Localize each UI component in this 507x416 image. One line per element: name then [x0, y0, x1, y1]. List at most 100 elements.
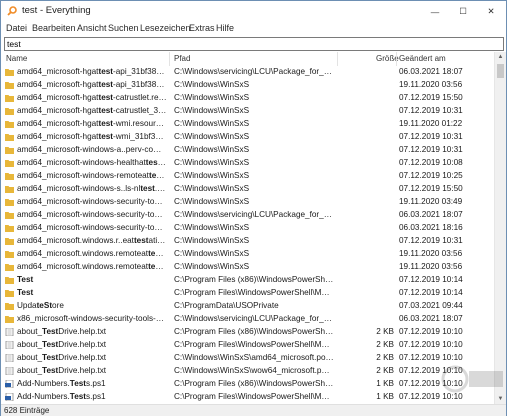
- result-name: amd64_microsoft-hgattest-wmi_31bf3856...: [17, 132, 167, 141]
- menu-bar: Datei Bearbeiten Ansicht Suchen Lesezeic…: [1, 22, 506, 37]
- result-row[interactable]: amd64_microsoft.windows.remoteattestati.…: [1, 261, 494, 274]
- result-name: amd64_microsoft-hgattest-catrustlet_31bf…: [17, 106, 167, 115]
- column-divider[interactable]: [337, 52, 338, 66]
- magnifier-app-icon: [7, 6, 17, 16]
- result-name: amd64_microsoft-hgattest-wmi.resources..…: [17, 119, 167, 128]
- folder-icon: [5, 263, 14, 271]
- folder-icon: [5, 276, 14, 284]
- column-path-header[interactable]: Pfad: [174, 54, 190, 63]
- watermark-logo: [441, 365, 503, 393]
- scroll-up-icon[interactable]: ▲: [495, 52, 506, 62]
- result-row[interactable]: Test C:\Program Files\WindowsPowerShell\M…: [1, 287, 494, 300]
- result-date: 07.03.2021 09:44: [399, 301, 463, 310]
- column-date-header[interactable]: Geändert am: [399, 54, 446, 63]
- result-row[interactable]: Add-Numbers.Tests.ps1 C:\Program Files (x…: [1, 378, 494, 391]
- result-row[interactable]: amd64_microsoft-hgattest-wmi.resources..…: [1, 118, 494, 131]
- menu-bearbeiten[interactable]: Bearbeiten: [32, 23, 76, 33]
- menu-suchen[interactable]: Suchen: [108, 23, 139, 33]
- close-button[interactable]: ✕: [477, 1, 505, 22]
- result-name: x86_microsoft-windows-security-tools-nlt…: [17, 314, 167, 323]
- result-row[interactable]: amd64_microsoft-windows-healthattestat..…: [1, 157, 494, 170]
- result-name: Add-Numbers.Tests.ps1: [17, 392, 106, 401]
- result-path: C:\Windows\servicing\LCU\Package_for_Rol…: [174, 67, 334, 76]
- menu-hilfe[interactable]: Hilfe: [216, 23, 234, 33]
- powershell-file-icon: [5, 392, 14, 402]
- result-path: C:\Windows\WinSxS\amd64_microsoft.power.…: [174, 353, 334, 362]
- result-path: C:\Windows\WinSxS: [174, 197, 250, 206]
- column-header: Name Pfad Größe Geändert am: [1, 52, 494, 66]
- column-divider[interactable]: [396, 52, 397, 66]
- result-row[interactable]: amd64_microsoft-hgattest-wmi_31bf3856...…: [1, 131, 494, 144]
- result-row[interactable]: about_TestDrive.help.txt C:\Windows\WinSx…: [1, 352, 494, 365]
- result-row[interactable]: about_TestDrive.help.txt C:\Program Files…: [1, 339, 494, 352]
- result-row[interactable]: amd64_microsoft-hgattest-api_31bf3856a..…: [1, 66, 494, 79]
- result-path: C:\Windows\WinSxS: [174, 106, 250, 115]
- result-name: UpdateStore: [17, 301, 64, 310]
- result-name: about_TestDrive.help.txt: [17, 366, 107, 375]
- powershell-file-icon: [5, 379, 14, 389]
- result-row[interactable]: Add-Numbers.Tests.ps1 C:\Program Files\Wi…: [1, 391, 494, 404]
- result-name: amd64_microsoft-hgattest-catrustlet.reso…: [17, 93, 167, 102]
- minimize-button[interactable]: —: [421, 1, 449, 22]
- result-path: C:\Program Files (x86)\WindowsPowerShell…: [174, 379, 334, 388]
- result-row[interactable]: UpdateStore C:\ProgramData\USOPrivate 07.0…: [1, 300, 494, 313]
- result-row[interactable]: amd64_microsoft-windows-a..perv-compu...…: [1, 144, 494, 157]
- result-date: 06.03.2021 18:07: [399, 67, 463, 76]
- result-row[interactable]: x86_microsoft-windows-security-tools-nlt…: [1, 313, 494, 326]
- vertical-scrollbar[interactable]: ▲ ▼: [494, 52, 506, 404]
- folder-icon: [5, 315, 14, 323]
- result-path: C:\Program Files\WindowsPowerShell\Modul…: [174, 392, 334, 401]
- result-name: amd64_microsoft-windows-security-tools-.…: [17, 197, 167, 206]
- result-path: C:\ProgramData\USOPrivate: [174, 301, 279, 310]
- result-path: C:\Windows\WinSxS: [174, 158, 250, 167]
- result-size: 2 KB: [376, 353, 394, 362]
- result-date: 07.12.2019 10:10: [399, 340, 463, 349]
- result-path: C:\Windows\WinSxS: [174, 80, 250, 89]
- search-input[interactable]: [7, 38, 497, 50]
- result-path: C:\Windows\WinSxS: [174, 184, 250, 193]
- result-row[interactable]: amd64_microsoft-windows-s..ls-nltest.res…: [1, 183, 494, 196]
- folder-icon: [5, 185, 14, 193]
- result-name: Add-Numbers.Tests.ps1: [17, 379, 106, 388]
- status-bar: 628 Einträge: [1, 404, 506, 416]
- result-name: amd64_microsoft-windows-remoteattestat..…: [17, 171, 167, 180]
- result-path: C:\Program Files (x86)\WindowsPowerShell…: [174, 275, 334, 284]
- folder-icon: [5, 94, 14, 102]
- maximize-button[interactable]: ☐: [449, 1, 477, 22]
- result-row[interactable]: amd64_microsoft-windows-security-tools-.…: [1, 209, 494, 222]
- result-path: C:\Windows\WinSxS: [174, 236, 250, 245]
- result-row[interactable]: about_TestDrive.help.txt C:\Program Files…: [1, 326, 494, 339]
- search-box: [4, 37, 504, 51]
- result-row[interactable]: amd64_microsoft-hgattest-catrustlet.reso…: [1, 92, 494, 105]
- result-name: about_TestDrive.help.txt: [17, 353, 107, 362]
- folder-icon: [5, 198, 14, 206]
- result-row[interactable]: amd64_microsoft.windows.r..eattestation.…: [1, 235, 494, 248]
- result-row[interactable]: amd64_microsoft-windows-remoteattestat..…: [1, 170, 494, 183]
- folder-icon: [5, 68, 14, 76]
- result-row[interactable]: amd64_microsoft-windows-security-tools-.…: [1, 222, 494, 235]
- folder-icon: [5, 237, 14, 245]
- result-row[interactable]: amd64_microsoft-hgattest-api_31bf3856a..…: [1, 79, 494, 92]
- folder-icon: [5, 146, 14, 154]
- result-name: amd64_microsoft-hgattest-api_31bf3856a..…: [17, 67, 167, 76]
- column-name-header[interactable]: Name: [6, 54, 27, 63]
- result-row[interactable]: amd64_microsoft.windows.remoteattestati.…: [1, 248, 494, 261]
- menu-extras[interactable]: Extras: [189, 23, 215, 33]
- folder-icon: [5, 133, 14, 141]
- menu-lesezeichen[interactable]: Lesezeichen: [140, 23, 191, 33]
- result-date: 19.11.2020 01:22: [399, 119, 463, 128]
- text-file-icon: [5, 340, 14, 350]
- result-row[interactable]: amd64_microsoft-hgattest-catrustlet_31bf…: [1, 105, 494, 118]
- folder-icon: [5, 81, 14, 89]
- scrollbar-thumb[interactable]: [497, 64, 504, 78]
- column-divider[interactable]: [169, 52, 170, 66]
- result-path: C:\Windows\WinSxS: [174, 249, 250, 258]
- result-path: C:\Program Files\WindowsPowerShell\Modul…: [174, 288, 334, 297]
- result-path: C:\Windows\WinSxS: [174, 93, 250, 102]
- result-row[interactable]: about_TestDrive.help.txt C:\Windows\WinSx…: [1, 365, 494, 378]
- result-row[interactable]: amd64_microsoft-windows-security-tools-.…: [1, 196, 494, 209]
- menu-ansicht[interactable]: Ansicht: [77, 23, 107, 33]
- result-row[interactable]: Test C:\Program Files (x86)\WindowsPowerS…: [1, 274, 494, 287]
- result-name: amd64_microsoft.windows.remoteattestati.…: [17, 249, 167, 258]
- menu-datei[interactable]: Datei: [6, 23, 27, 33]
